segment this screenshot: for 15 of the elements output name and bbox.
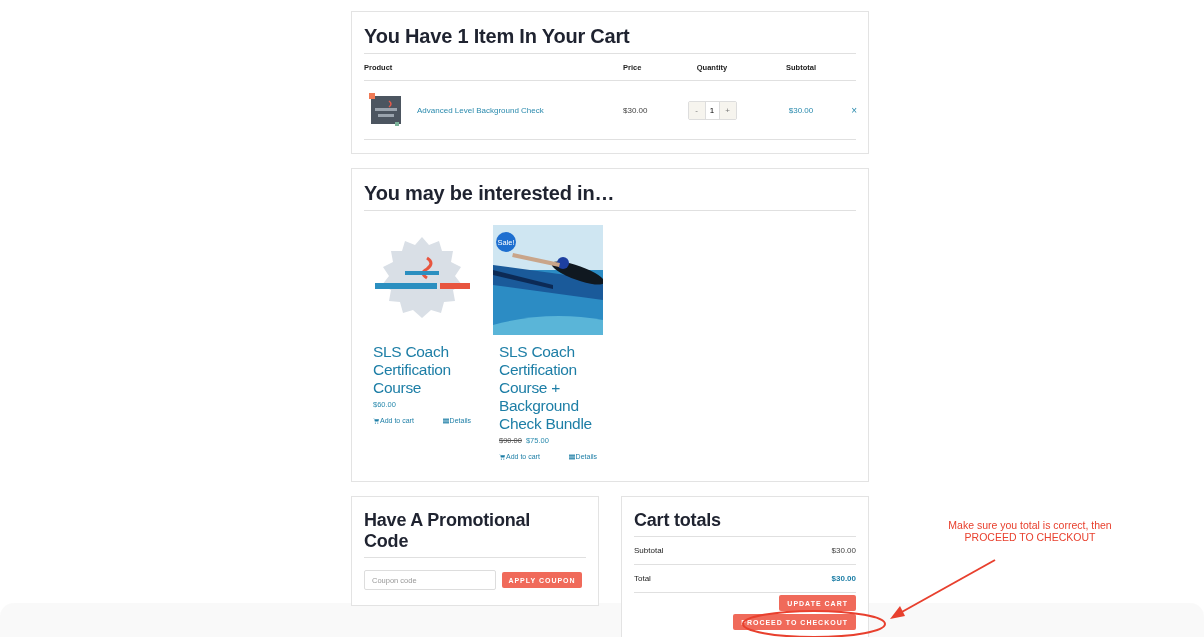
totals-title: Cart totals (634, 507, 856, 537)
price-text: $30.00 (622, 105, 649, 115)
total-label: Total (634, 574, 651, 583)
related-title: You may be interested in… (364, 179, 856, 211)
remove-button[interactable]: × (846, 104, 857, 116)
product-link[interactable]: Advanced Level Background Check (417, 105, 544, 115)
annotation-text: Make sure you total is correct, then PROCEED TO CHECKOUT (947, 519, 1113, 543)
product-title-link[interactable]: SLS Coach Certification Course (373, 343, 471, 397)
coupon-title: Have A Promotional Code (364, 507, 586, 558)
total-value: $30.00 (831, 546, 856, 555)
total-value: $30.00 (831, 574, 856, 583)
product-title-link[interactable]: SLS Coach Certification Course + Background Check Bundle (499, 343, 597, 433)
total-label: Subtotal (634, 546, 664, 555)
subtotal-text: $30.00 (787, 105, 815, 115)
cart-title: You Have 1 Item In Your Cart (364, 22, 856, 54)
